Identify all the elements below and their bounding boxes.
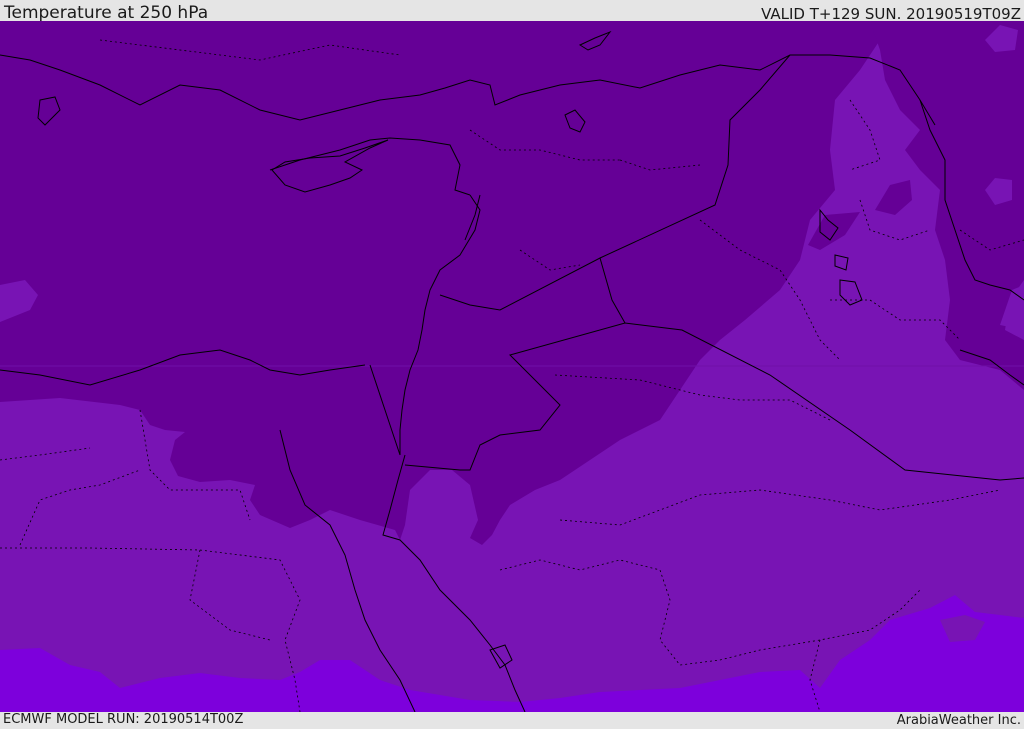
footer-bar: ECMWF MODEL RUN: 20190514T00Z ArabiaWeat… (0, 712, 1024, 729)
map-canvas (0, 21, 1024, 712)
map-title: Temperature at 250 hPa (4, 3, 209, 23)
model-run-label: ECMWF MODEL RUN: 20190514T00Z (3, 712, 244, 727)
temperature-map (0, 21, 1024, 712)
credit-label: ArabiaWeather Inc. (896, 713, 1021, 728)
weather-map-page: Temperature at 250 hPa VALID T+129 SUN. … (0, 0, 1024, 729)
header-bar: Temperature at 250 hPa VALID T+129 SUN. … (0, 0, 1024, 23)
